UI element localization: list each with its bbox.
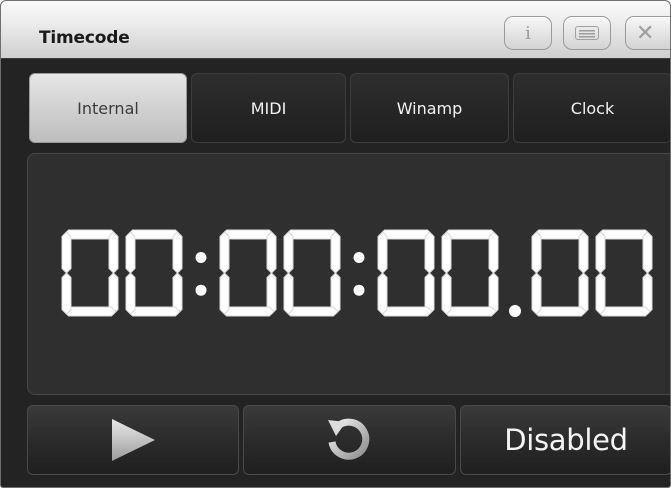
- timecode-colon-dot: [353, 284, 365, 296]
- digit-segment: [441, 272, 452, 315]
- timecode-digit: [441, 229, 499, 317]
- menu-button[interactable]: [563, 16, 611, 50]
- mode-button[interactable]: Disabled: [460, 405, 670, 475]
- close-button[interactable]: ✕: [625, 16, 670, 50]
- timecode-decimal-dot: [509, 305, 521, 317]
- timecode-digit: [125, 229, 183, 317]
- digit-segment: [443, 229, 497, 240]
- digit-segment: [377, 231, 388, 274]
- digit-segment: [219, 231, 230, 274]
- digit-segment: [221, 306, 275, 317]
- tab-midi[interactable]: MIDI: [191, 73, 346, 143]
- timecode-colon-dot: [353, 252, 365, 264]
- tab-internal[interactable]: Internal: [29, 73, 187, 143]
- digit-segment: [108, 231, 119, 274]
- digit-segment: [285, 306, 339, 317]
- digit-segment: [61, 272, 72, 315]
- info-button[interactable]: i: [504, 16, 552, 50]
- digit-segment: [283, 231, 294, 274]
- digit-segment: [533, 229, 587, 240]
- digit-segment: [488, 231, 499, 274]
- timecode-digit: [531, 229, 589, 317]
- mode-label: Disabled: [504, 423, 628, 457]
- digit-segment: [533, 306, 587, 317]
- digit-segment: [597, 229, 651, 240]
- menu-icon: [575, 26, 599, 40]
- title-bar: Timecode i ✕: [1, 1, 670, 59]
- tab-label: Winamp: [396, 98, 463, 118]
- digit-segment: [125, 272, 136, 315]
- digit-segment: [172, 231, 183, 274]
- timecode-display: [27, 153, 670, 395]
- digit-segment: [127, 306, 181, 317]
- digit-segment: [63, 229, 117, 240]
- tab-winamp[interactable]: Winamp: [350, 73, 509, 143]
- digit-segment: [125, 231, 136, 274]
- digit-segment: [424, 231, 435, 274]
- window-title: Timecode: [39, 28, 130, 48]
- digit-segment: [595, 272, 606, 315]
- digit-segment: [266, 231, 277, 274]
- info-icon: i: [525, 22, 531, 44]
- digit-segment: [61, 231, 72, 274]
- digit-segment: [221, 229, 275, 240]
- digit-segment: [219, 272, 230, 315]
- timecode-digit: [61, 229, 119, 317]
- digit-segment: [443, 306, 497, 317]
- tab-label: Internal: [77, 98, 139, 118]
- digit-segment: [63, 306, 117, 317]
- digit-segment: [330, 231, 341, 274]
- digit-segment: [285, 229, 339, 240]
- play-button[interactable]: [27, 405, 239, 475]
- digit-segment: [379, 306, 433, 317]
- timecode-colon-dot: [195, 252, 207, 264]
- tab-label: MIDI: [250, 98, 287, 118]
- digit-segment: [441, 231, 452, 274]
- transport-controls: Disabled: [1, 405, 670, 477]
- digit-segment: [578, 231, 589, 274]
- tab-clock[interactable]: Clock: [513, 73, 670, 143]
- digit-segment: [597, 306, 651, 317]
- digit-segment: [595, 231, 606, 274]
- digit-segment: [531, 231, 542, 274]
- tab-label: Clock: [570, 98, 615, 118]
- digit-segment: [531, 272, 542, 315]
- digit-segment: [379, 229, 433, 240]
- play-icon: [112, 419, 155, 461]
- digit-segment: [127, 229, 181, 240]
- digit-segment: [642, 231, 653, 274]
- timecode-digit: [283, 229, 341, 317]
- digit-segment: [283, 272, 294, 315]
- timecode-digit: [219, 229, 277, 317]
- reset-button[interactable]: [243, 405, 456, 475]
- timecode-colon-dot: [195, 284, 207, 296]
- timecode-window: Timecode i ✕ Internal MIDI Winamp Clock: [0, 0, 671, 488]
- source-tabs: Internal MIDI Winamp Clock: [1, 73, 670, 145]
- reset-icon: [327, 418, 369, 460]
- timecode-digit: [595, 229, 653, 317]
- close-icon: ✕: [636, 20, 655, 46]
- digit-segment: [377, 272, 388, 315]
- timecode-digit: [377, 229, 435, 317]
- timecode-readout: [61, 229, 653, 317]
